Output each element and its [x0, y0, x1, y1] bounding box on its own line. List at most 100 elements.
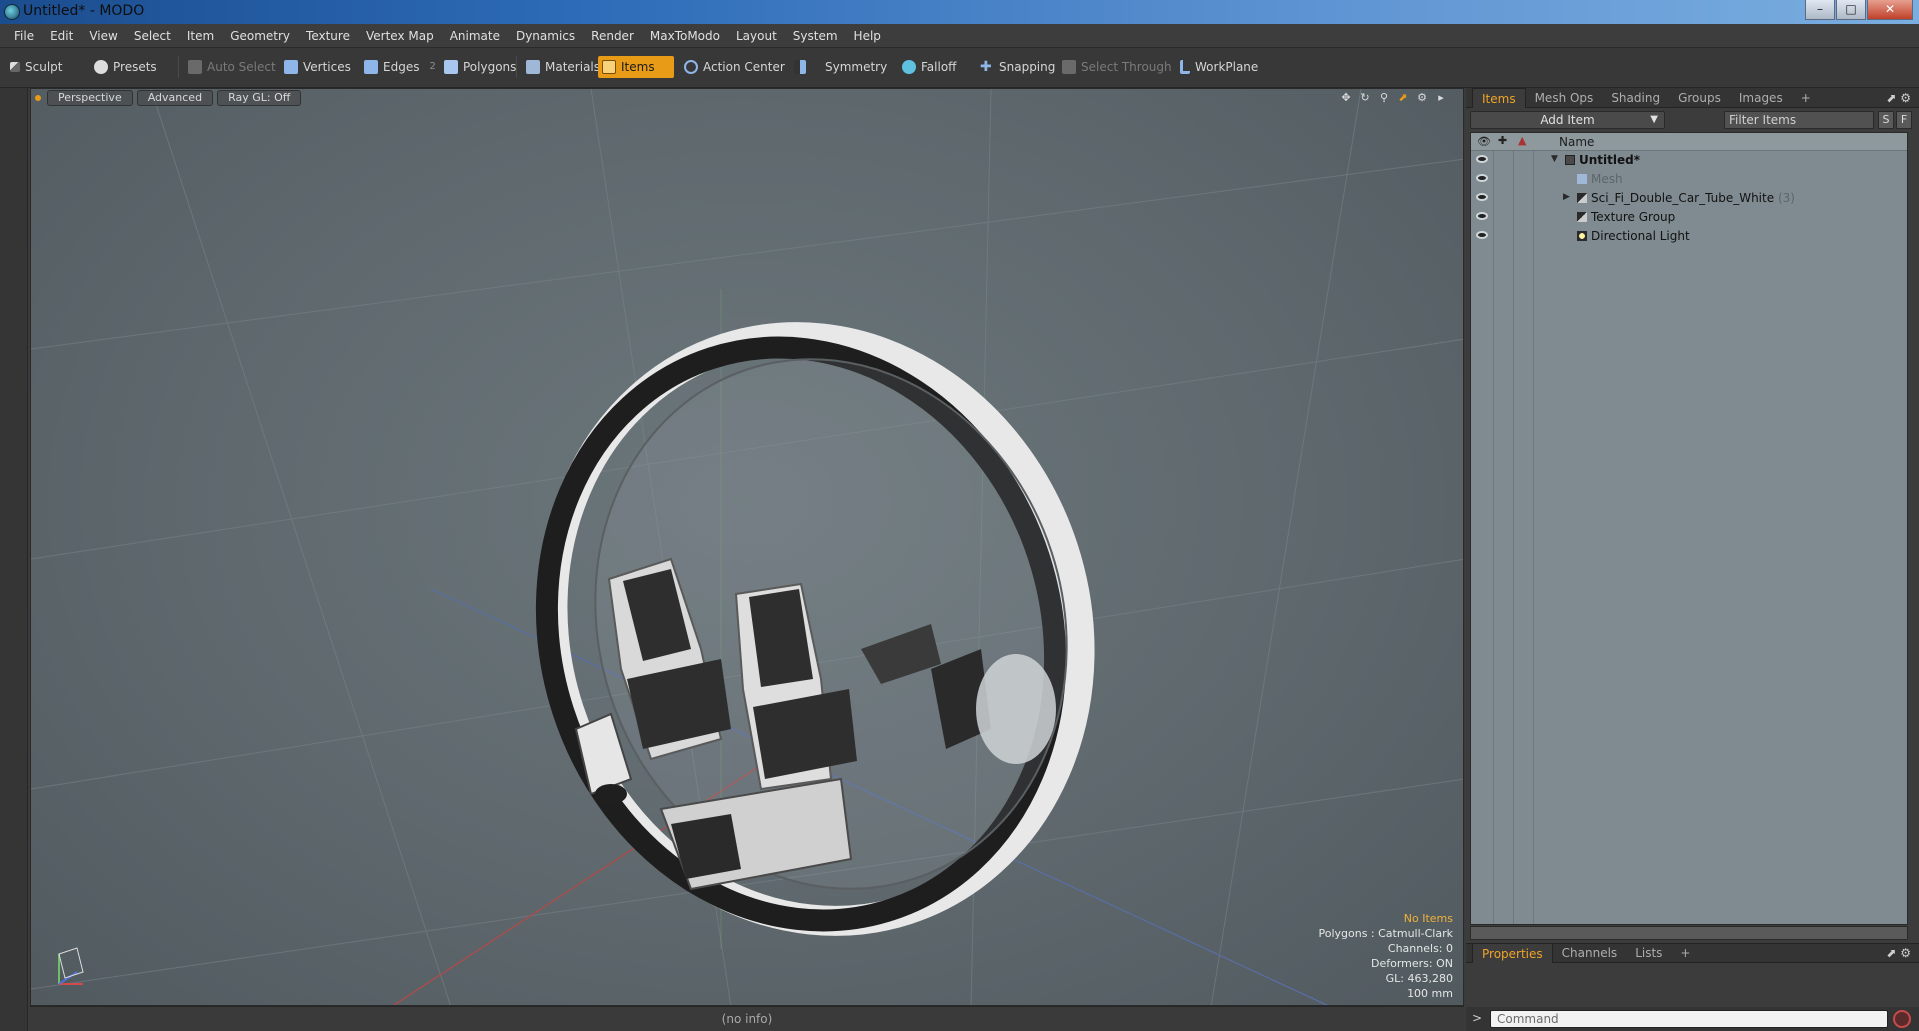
- render-column-icon: ▲: [1518, 134, 1527, 147]
- close-button[interactable]: ✕: [1867, 0, 1913, 20]
- name-column-header: Name: [1559, 135, 1595, 149]
- menu-layout[interactable]: Layout: [728, 24, 785, 48]
- status-bar: (no info): [30, 1006, 1464, 1031]
- select-through-button[interactable]: Select Through: [1058, 56, 1176, 78]
- materials-icon: [526, 60, 540, 74]
- tree-label: Directional Light: [1591, 229, 1690, 243]
- tab-lists[interactable]: Lists: [1626, 943, 1671, 963]
- panel-options-icon[interactable]: ⬈ ⚙: [1886, 91, 1911, 105]
- advanced-tab[interactable]: Advanced: [136, 90, 214, 106]
- visibility-eye-icon[interactable]: [1476, 212, 1488, 220]
- group-icon: [1577, 193, 1587, 203]
- falloff-button[interactable]: Falloff: [898, 56, 960, 78]
- select-through-label: Select Through: [1081, 60, 1172, 74]
- tree-row-untitled[interactable]: ▼ Untitled*: [1471, 151, 1907, 170]
- gear-icon[interactable]: ⚙: [1414, 91, 1430, 105]
- deformers-info: Deformers: ON: [1371, 957, 1453, 970]
- tree-header: 👁 ✚ ▲ Name: [1471, 133, 1907, 151]
- presets-button[interactable]: Presets: [90, 56, 161, 78]
- tree-row-mesh[interactable]: Mesh: [1471, 170, 1907, 189]
- symmetry-button[interactable]: Symmetry: [790, 56, 891, 78]
- tab-channels[interactable]: Channels: [1553, 943, 1627, 963]
- menu-maxtomodo[interactable]: MaxToModo: [642, 24, 728, 48]
- action-center-button[interactable]: Action Center: [680, 56, 789, 78]
- maximize-view-icon[interactable]: ⬈: [1395, 91, 1411, 105]
- f-button[interactable]: F: [1896, 111, 1912, 129]
- menu-vertex-map[interactable]: Vertex Map: [358, 24, 442, 48]
- select-through-icon: [1062, 60, 1076, 74]
- rotate-icon[interactable]: ↻: [1357, 91, 1373, 105]
- play-arrow-icon[interactable]: ▸: [1433, 91, 1449, 105]
- tree-row-directional-light[interactable]: Directional Light: [1471, 227, 1907, 246]
- polygons-label: Polygons: [463, 60, 517, 74]
- prompt-icon: >: [1472, 1011, 1483, 1025]
- pan-icon[interactable]: ✥: [1338, 91, 1354, 105]
- auto-select-icon: [188, 60, 202, 74]
- falloff-label: Falloff: [921, 60, 957, 74]
- tab-mesh-ops[interactable]: Mesh Ops: [1526, 88, 1603, 108]
- menu-dynamics[interactable]: Dynamics: [508, 24, 583, 48]
- add-tab-icon[interactable]: +: [1671, 943, 1699, 963]
- menu-render[interactable]: Render: [583, 24, 642, 48]
- menu-animate[interactable]: Animate: [442, 24, 508, 48]
- menu-edit[interactable]: Edit: [42, 24, 81, 48]
- 3d-viewport[interactable]: Perspective Advanced Ray GL: Off ✥ ↻ ⚲ ⬈…: [30, 88, 1464, 1006]
- menu-system[interactable]: System: [785, 24, 846, 48]
- tab-items[interactable]: Items: [1472, 87, 1526, 108]
- tab-images[interactable]: Images: [1730, 88, 1792, 108]
- menu-geometry[interactable]: Geometry: [222, 24, 298, 48]
- command-input[interactable]: Command: [1490, 1010, 1888, 1028]
- visibility-eye-icon[interactable]: [1476, 174, 1488, 182]
- s-button[interactable]: S: [1878, 111, 1894, 129]
- minimize-button[interactable]: –: [1805, 0, 1835, 20]
- menu-select[interactable]: Select: [126, 24, 179, 48]
- tab-shading[interactable]: Shading: [1602, 88, 1669, 108]
- tree-row-sci-fi-car[interactable]: ▶ Sci_Fi_Double_Car_Tube_White (3): [1471, 189, 1907, 208]
- tree-count: (3): [1777, 191, 1795, 205]
- collapse-arrow-icon[interactable]: ▶: [1563, 192, 1570, 202]
- tab-properties[interactable]: Properties: [1472, 943, 1553, 963]
- menu-item[interactable]: Item: [179, 24, 222, 48]
- expand-arrow-icon[interactable]: ▼: [1551, 154, 1558, 164]
- maximize-button[interactable]: □: [1836, 0, 1866, 20]
- menu-view[interactable]: View: [81, 24, 125, 48]
- auto-select-button[interactable]: Auto Select: [184, 56, 280, 78]
- sculpt-button[interactable]: Sculpt: [6, 56, 66, 78]
- viewport-header: Perspective Advanced Ray GL: Off: [31, 89, 1463, 107]
- tree-label: Sci_Fi_Double_Car_Tube_White: [1591, 191, 1775, 205]
- properties-panel-tabs: Properties Channels Lists + ⬈ ⚙: [1466, 943, 1919, 963]
- main-toolbar: Sculpt Presets Auto Select Vertices Edge…: [0, 48, 1919, 88]
- workplane-icon: [1180, 60, 1190, 74]
- tree-scrollbar[interactable]: [1470, 926, 1908, 940]
- panel-options-icon[interactable]: ⬈ ⚙: [1886, 946, 1911, 960]
- snapping-label: Snapping: [999, 60, 1056, 74]
- workplane-button[interactable]: WorkPlane: [1176, 56, 1262, 78]
- menu-file[interactable]: File: [6, 24, 42, 48]
- stop-icon[interactable]: [1893, 1010, 1911, 1028]
- items-button[interactable]: Items: [598, 56, 674, 78]
- menu-help[interactable]: Help: [846, 24, 889, 48]
- add-item-dropdown[interactable]: Add Item ▼: [1470, 111, 1665, 129]
- left-tool-strip[interactable]: [0, 88, 28, 1031]
- perspective-tab[interactable]: Perspective: [47, 90, 133, 106]
- visibility-eye-icon[interactable]: [1476, 193, 1488, 201]
- materials-button[interactable]: Materials: [522, 56, 604, 78]
- edges-label: Edges: [383, 60, 420, 74]
- visibility-eye-icon[interactable]: [1476, 231, 1488, 239]
- raygl-tab[interactable]: Ray GL: Off: [217, 90, 302, 106]
- tree-row-texture-group[interactable]: Texture Group: [1471, 208, 1907, 227]
- zoom-icon[interactable]: ⚲: [1376, 91, 1392, 105]
- polygons-button[interactable]: Polygons: [440, 56, 520, 78]
- visibility-eye-icon[interactable]: [1476, 155, 1488, 163]
- menu-texture[interactable]: Texture: [298, 24, 358, 48]
- add-tab-icon[interactable]: +: [1792, 88, 1820, 108]
- window-title: Untitled* - MODO: [23, 3, 145, 19]
- tab-groups[interactable]: Groups: [1669, 88, 1730, 108]
- menu-bar: File Edit View Select Item Geometry Text…: [0, 24, 1919, 48]
- item-tree[interactable]: 👁 ✚ ▲ Name ▼ Untitled* Mesh ▶ Sci_Fi_Dou…: [1470, 132, 1908, 925]
- filter-items-input[interactable]: Filter Items: [1724, 111, 1874, 129]
- snapping-button[interactable]: ✚ Snapping: [976, 56, 1059, 78]
- edges-button[interactable]: Edges 2: [360, 56, 440, 78]
- tree-label: Mesh: [1591, 172, 1623, 186]
- vertices-button[interactable]: Vertices: [280, 56, 355, 78]
